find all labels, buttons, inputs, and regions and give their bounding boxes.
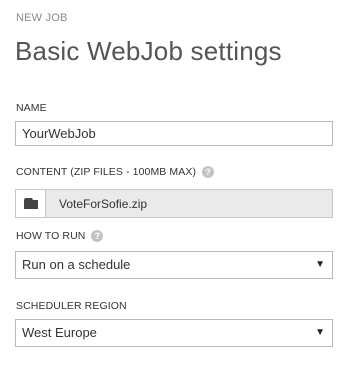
how-to-run-select[interactable]: Run on a schedule ▼ [15, 251, 333, 279]
scheduler-region-label: SCHEDULER REGION [16, 300, 127, 312]
browse-button[interactable] [16, 190, 46, 217]
how-to-run-selected: Run on a schedule [22, 257, 131, 272]
content-label: CONTENT (ZIP FILES - 100MB MAX) ? [16, 166, 215, 178]
page-title: Basic WebJob settings [15, 36, 282, 66]
header-eyebrow: NEW JOB [16, 12, 68, 24]
scheduler-region-selected: West Europe [22, 325, 97, 340]
content-file-field[interactable]: VoteForSofie.zip [15, 189, 333, 218]
help-icon[interactable]: ? [91, 230, 104, 242]
help-icon[interactable]: ? [202, 166, 215, 178]
name-label-text: NAME [16, 102, 47, 114]
how-to-run-label-text: HOW TO RUN [16, 230, 86, 242]
name-label: NAME [16, 102, 47, 114]
content-file-name: VoteForSofie.zip [59, 196, 148, 211]
content-label-text: CONTENT (ZIP FILES - 100MB MAX) [16, 166, 197, 178]
chevron-down-icon: ▼ [315, 327, 325, 338]
how-to-run-label: HOW TO RUN ? [16, 230, 104, 242]
chevron-down-icon: ▼ [315, 259, 325, 270]
scheduler-region-label-text: SCHEDULER REGION [16, 300, 127, 312]
folder-icon [23, 198, 38, 209]
name-input[interactable]: YourWebJob [15, 121, 333, 146]
scheduler-region-select[interactable]: West Europe ▼ [15, 319, 333, 347]
